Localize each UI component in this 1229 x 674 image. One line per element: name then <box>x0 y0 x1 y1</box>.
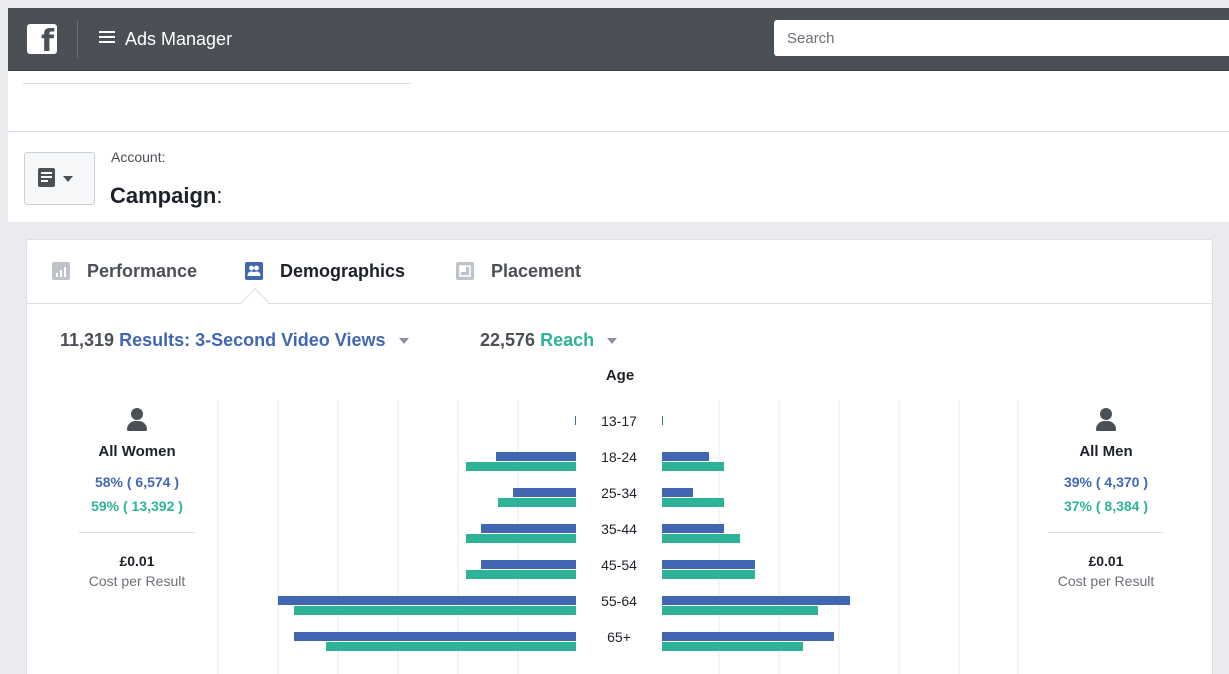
men-results-bar[interactable] <box>662 488 693 497</box>
age-tick-label: 55-64 <box>601 593 637 609</box>
women-cost-label: Cost per Result <box>88 573 186 589</box>
hamburger-menu-icon[interactable] <box>99 31 115 45</box>
chevron-down-icon <box>398 338 409 345</box>
men-results-percent: 39% ( 4,370 ) <box>1063 474 1149 490</box>
women-cost-value: £0.01 <box>119 553 155 569</box>
women-results-bar[interactable] <box>481 524 576 533</box>
men-reach-percent: 37% ( 8,384 ) <box>1063 498 1149 514</box>
chevron-down-icon <box>63 176 73 182</box>
tab-label: Demographics <box>280 261 406 281</box>
tab-label: Performance <box>87 261 198 281</box>
women-reach-percent: 59% ( 13,392 ) <box>91 498 183 514</box>
facebook-logo-icon[interactable]: f <box>27 24 57 59</box>
results-count: 11,319 <box>60 330 115 350</box>
bar-chart-icon <box>52 262 70 280</box>
topbar-divider <box>77 20 78 58</box>
people-icon <box>245 262 263 280</box>
reach-metric-selector[interactable]: 22,576 Reach <box>480 330 618 351</box>
men-summary: All Men 39% ( 4,370 ) 37% ( 8,384 ) £0.0… <box>1026 408 1186 589</box>
tab-label: Placement <box>491 261 582 281</box>
women-results-bar[interactable] <box>513 488 576 497</box>
report-view-dropdown-button[interactable] <box>24 152 95 205</box>
women-summary: All Women 58% ( 6,574 ) 59% ( 13,392 ) £… <box>57 408 217 589</box>
header-divider-short <box>23 83 411 84</box>
campaign-header: Account: Campaign: <box>8 71 1229 222</box>
age-tick-label: 45-54 <box>601 557 637 573</box>
age-tick-label: 25-34 <box>601 485 637 501</box>
men-cost-label: Cost per Result <box>1057 573 1155 589</box>
account-label-text: Account <box>111 149 162 165</box>
women-results-bar[interactable] <box>278 596 576 605</box>
women-reach-bar[interactable] <box>466 534 576 543</box>
women-reach-bar[interactable] <box>294 606 576 615</box>
women-reach-bar[interactable] <box>326 642 576 651</box>
women-reach-bar[interactable] <box>466 462 576 471</box>
men-results-bar[interactable] <box>662 596 850 605</box>
results-label: Results: 3-Second Video Views <box>119 330 386 350</box>
women-results-bar[interactable] <box>481 560 576 569</box>
report-icon <box>38 168 55 187</box>
men-reach-bar[interactable] <box>662 642 803 651</box>
age-tick-label: 18-24 <box>601 449 637 465</box>
women-label: All Women <box>98 443 176 460</box>
men-reach-bar[interactable] <box>662 498 724 507</box>
women-results-bar[interactable] <box>294 632 576 641</box>
reach-count: 22,576 <box>480 330 536 350</box>
header-divider <box>8 131 1229 132</box>
women-divider <box>79 532 195 533</box>
men-results-bar[interactable] <box>662 524 724 533</box>
chart-title: Age <box>605 367 635 384</box>
chevron-down-icon <box>607 338 618 345</box>
age-tick-label: 13-17 <box>601 413 637 429</box>
campaign-label-colon: : <box>216 183 223 208</box>
women-results-percent: 58% ( 6,574 ) <box>94 474 180 490</box>
account-label-colon: : <box>161 149 166 165</box>
men-label: All Men <box>1079 443 1133 460</box>
results-metric-selector[interactable]: 11,319 Results: 3-Second Video Views <box>60 330 409 351</box>
app-title[interactable]: Ads Manager <box>125 28 232 50</box>
breakdown-panel: Performance Demographics Placement 11,31… <box>26 239 1213 674</box>
men-reach-bar[interactable] <box>662 570 755 579</box>
man-icon <box>1096 408 1116 432</box>
men-reach-bar[interactable] <box>662 606 818 615</box>
placement-icon <box>456 262 474 280</box>
facebook-logo-letter: f <box>40 24 54 59</box>
women-reach-bar[interactable] <box>498 498 576 507</box>
campaign-label-text: Campaign <box>110 183 217 208</box>
age-tick-label: 65+ <box>607 629 631 645</box>
men-reach-bar[interactable] <box>662 462 724 471</box>
top-navigation-bar: f Ads Manager <box>8 8 1229 71</box>
men-results-bar[interactable] <box>662 632 834 641</box>
age-tick-label: 35-44 <box>601 521 637 537</box>
breakdown-tabs: Performance Demographics Placement <box>27 240 1212 304</box>
men-results-bar[interactable] <box>662 560 755 569</box>
women-results-bar[interactable] <box>496 452 576 461</box>
women-reach-bar[interactable] <box>466 570 576 579</box>
men-results-bar[interactable] <box>662 452 709 461</box>
men-cost-value: £0.01 <box>1088 553 1124 569</box>
men-reach-bar[interactable] <box>662 534 740 543</box>
account-label: Account: <box>111 149 165 165</box>
campaign-label: Campaign: <box>110 183 222 209</box>
search-input[interactable] <box>774 20 1229 56</box>
women-results-bar[interactable] <box>575 416 576 425</box>
reach-label: Reach <box>540 330 595 350</box>
woman-icon <box>127 408 147 432</box>
men-results-bar[interactable] <box>662 416 663 425</box>
men-divider <box>1048 532 1164 533</box>
